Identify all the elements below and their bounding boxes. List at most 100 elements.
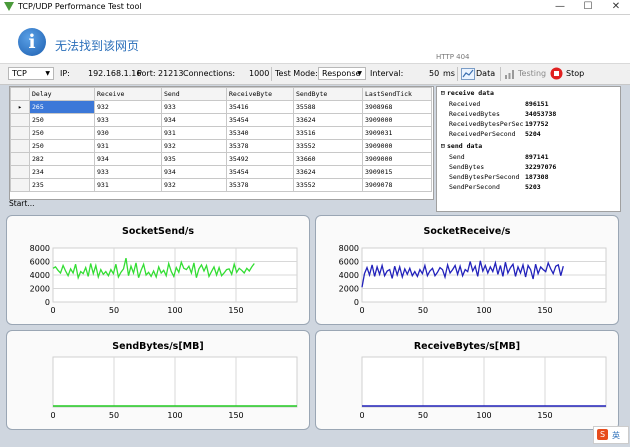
table-cell[interactable]: 934 <box>161 113 227 127</box>
protocol-value: TCP <box>12 69 27 78</box>
row-header[interactable] <box>10 126 30 140</box>
table-cell[interactable]: 933 <box>161 100 227 114</box>
table-row[interactable]: ▸ 265 932 933 35416 35588 3908968 <box>10 100 432 114</box>
testing-button[interactable]: Testing <box>503 66 548 82</box>
table-row[interactable]: 250 931 932 35378 33552 3909000 <box>10 139 432 153</box>
ime-label: 英 <box>612 431 620 440</box>
status-text: Start... <box>9 199 35 208</box>
row-header[interactable] <box>10 152 30 166</box>
x-tick-label: 100 <box>167 306 182 315</box>
column-header[interactable]: LastSendTick <box>362 87 432 101</box>
mode-select[interactable]: Response ▼ <box>318 67 366 80</box>
x-tick-label: 0 <box>359 411 364 420</box>
column-header[interactable]: Delay <box>29 87 95 101</box>
table-cell[interactable]: 934 <box>94 152 162 166</box>
table-cell[interactable]: 33624 <box>293 165 363 179</box>
connections-grid[interactable]: Delay Receive Send ReceiveByte SendByte LastS… <box>9 86 434 200</box>
table-cell[interactable]: 3908968 <box>362 100 432 114</box>
stat-value: 5204 <box>525 130 541 138</box>
receive-section-header[interactable]: ⊟ receive data <box>439 89 494 97</box>
table-cell[interactable]: 3909031 <box>362 126 432 140</box>
port-label: Port: <box>137 69 156 78</box>
table-cell[interactable]: 3909000 <box>362 139 432 153</box>
table-cell[interactable]: 930 <box>94 126 162 140</box>
table-cell[interactable]: 931 <box>94 178 162 192</box>
table-cell[interactable]: 933 <box>94 113 162 127</box>
table-cell[interactable]: 35378 <box>226 178 294 192</box>
table-cell[interactable]: 35416 <box>226 100 294 114</box>
table-cell[interactable]: 234 <box>29 165 95 179</box>
table-cell[interactable]: 3909000 <box>362 113 432 127</box>
stat-name: SendPerSecond <box>449 183 500 191</box>
stat-row: ReceivedBytes 34053738 <box>449 110 614 120</box>
table-cell[interactable]: 33552 <box>293 139 363 153</box>
table-cell[interactable]: 35340 <box>226 126 294 140</box>
column-header[interactable]: SendByte <box>293 87 363 101</box>
table-cell[interactable]: 933 <box>94 165 162 179</box>
table-cell[interactable]: 33660 <box>293 152 363 166</box>
stats-panel[interactable]: ⊟ receive data Received 896151 ReceivedByte… <box>436 86 621 212</box>
collapse-icon[interactable]: ⊟ <box>439 89 447 97</box>
column-header[interactable]: ReceiveByte <box>226 87 294 101</box>
table-row[interactable]: 234 933 934 35454 33624 3909015 <box>10 165 432 179</box>
table-cell[interactable]: 265 <box>29 100 95 114</box>
row-header[interactable] <box>10 139 30 153</box>
connections-input[interactable]: 1000 <box>249 69 269 78</box>
table-cell[interactable]: 250 <box>29 126 95 140</box>
x-tick-label: 0 <box>50 306 55 315</box>
data-button[interactable]: Data <box>460 66 498 82</box>
table-cell[interactable]: 932 <box>161 178 227 192</box>
table-cell[interactable]: 35378 <box>226 139 294 153</box>
row-header[interactable] <box>10 165 30 179</box>
table-row[interactable]: 282 934 935 35492 33660 3909000 <box>10 152 432 166</box>
row-header[interactable] <box>10 113 30 127</box>
row-header[interactable] <box>10 178 30 192</box>
connections-label: Connections: <box>183 69 236 78</box>
protocol-select[interactable]: TCP ▼ <box>8 67 54 80</box>
table-cell[interactable]: 935 <box>161 152 227 166</box>
table-cell[interactable]: 932 <box>94 100 162 114</box>
column-header[interactable]: Receive <box>94 87 162 101</box>
table-cell[interactable]: 250 <box>29 113 95 127</box>
table-cell[interactable]: 35492 <box>226 152 294 166</box>
chevron-down-icon: ▼ <box>45 70 50 77</box>
table-cell[interactable]: 3909015 <box>362 165 432 179</box>
x-tick-label: 50 <box>418 411 428 420</box>
ime-badge[interactable]: S 英 <box>593 426 629 444</box>
send-section-header[interactable]: ⊟ send data <box>439 142 482 150</box>
table-cell[interactable]: 250 <box>29 139 95 153</box>
table-cell[interactable]: 3909078 <box>362 178 432 192</box>
table-cell[interactable]: 35588 <box>293 100 363 114</box>
ip-input[interactable]: 192.168.1.16 <box>88 69 141 78</box>
chart-icon <box>461 68 475 80</box>
table-cell[interactable]: 35454 <box>226 113 294 127</box>
table-cell[interactable]: 282 <box>29 152 95 166</box>
table-cell[interactable]: 35454 <box>226 165 294 179</box>
x-tick-label: 50 <box>109 306 119 315</box>
maximize-button[interactable]: ☐ <box>574 0 602 14</box>
interval-input[interactable]: 50 <box>429 69 439 78</box>
close-button[interactable]: ✕ <box>602 0 630 14</box>
table-cell[interactable]: 932 <box>161 139 227 153</box>
collapse-icon[interactable]: ⊟ <box>439 142 447 150</box>
current-row-indicator-icon[interactable]: ▸ <box>10 100 30 114</box>
data-label: Data <box>476 69 496 78</box>
minimize-button[interactable]: — <box>546 0 574 14</box>
table-cell[interactable]: 931 <box>161 126 227 140</box>
table-cell[interactable]: 934 <box>161 165 227 179</box>
table-cell[interactable]: 33624 <box>293 113 363 127</box>
stat-name: SendBytes <box>449 163 485 171</box>
table-row[interactable]: 235 931 932 35378 33552 3909078 <box>10 178 432 192</box>
stop-button[interactable]: Stop <box>549 66 589 82</box>
table-cell[interactable]: 33552 <box>293 178 363 192</box>
table-cell[interactable]: 235 <box>29 178 95 192</box>
socket-receive-chart: SocketReceive/s 0 50 100 150 0 2000 4000 6000 800… <box>315 215 619 325</box>
chart-svg: SocketSend/s 0 50 100 150 0 2000 4000 6000 8000 <box>30 226 298 315</box>
table-row[interactable]: 250 933 934 35454 33624 3909000 <box>10 113 432 127</box>
table-cell[interactable]: 931 <box>94 139 162 153</box>
table-row[interactable]: 250 930 931 35340 33516 3909031 <box>10 126 432 140</box>
table-cell[interactable]: 3909000 <box>362 152 432 166</box>
port-input[interactable]: 21213 <box>158 69 183 78</box>
column-header[interactable]: Send <box>161 87 227 101</box>
table-cell[interactable]: 33516 <box>293 126 363 140</box>
